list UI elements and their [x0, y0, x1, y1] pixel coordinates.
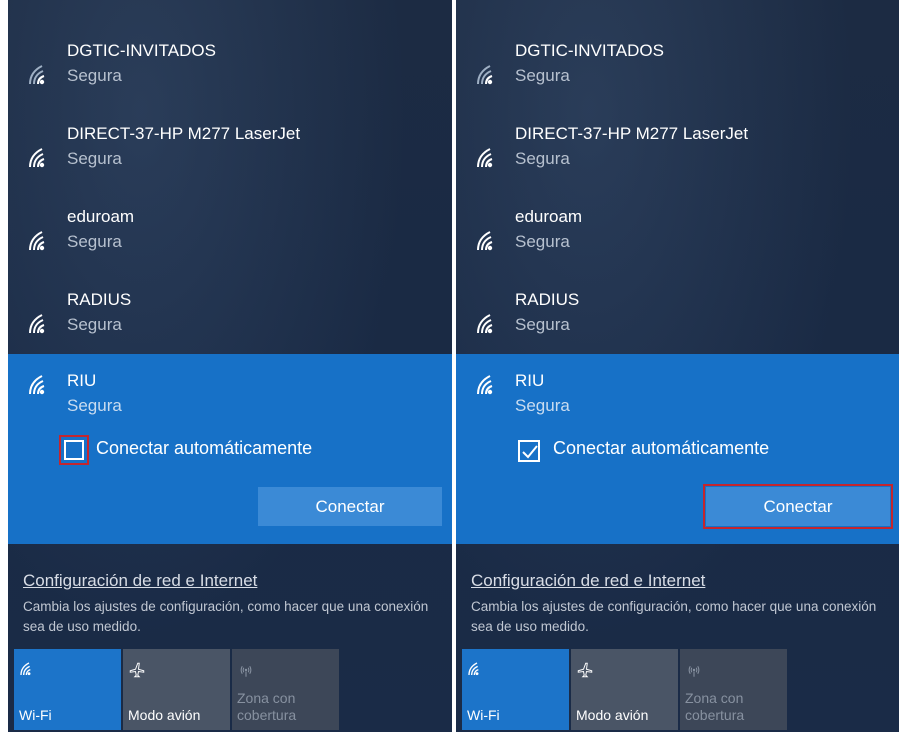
network-ssid: DGTIC-INVITADOS — [515, 41, 664, 60]
network-item-dgtic-invitados[interactable]: DGTIC-INVITADOS Segura — [456, 36, 899, 119]
network-status: Segura — [515, 315, 570, 334]
network-flyout-before: DGTIC-INVITADOS Segura DIRECT-37-HP M277… — [8, 0, 452, 732]
connect-button[interactable]: Conectar — [258, 487, 442, 526]
screenshot-stage: DGTIC-INVITADOS Segura DIRECT-37-HP M277… — [0, 0, 899, 732]
airplane-icon — [577, 662, 593, 678]
network-status: Segura — [67, 66, 122, 85]
quick-action-label: Wi-Fi — [467, 707, 500, 723]
network-ssid: DGTIC-INVITADOS — [67, 41, 216, 60]
network-item-riu-selected[interactable]: RIU Segura Conectar automáticamente Cone… — [8, 354, 452, 544]
network-status: Segura — [67, 315, 122, 334]
wifi-signal-icon — [29, 148, 45, 168]
auto-connect-checkbox[interactable] — [518, 440, 540, 462]
network-ssid: eduroam — [515, 207, 583, 226]
network-status: Segura — [67, 149, 122, 168]
hotspot-icon — [240, 665, 252, 677]
auto-connect-checkbox[interactable] — [64, 440, 84, 460]
network-ssid: RIU — [515, 371, 545, 390]
network-ssid: eduroam — [67, 207, 135, 226]
wifi-signal-icon — [477, 375, 493, 395]
network-item-eduroam[interactable]: eduroam Segura — [8, 202, 452, 285]
wifi-icon — [468, 662, 479, 676]
hotspot-icon — [688, 665, 700, 677]
quick-action-airplane-mode[interactable]: Modo avión — [571, 649, 678, 730]
wifi-signal-icon — [477, 65, 493, 85]
quick-action-airplane-mode[interactable]: Modo avión — [123, 649, 230, 730]
checkmark-icon — [522, 445, 538, 459]
network-ssid: RIU — [67, 371, 97, 390]
wifi-signal-icon — [29, 231, 45, 251]
network-item-riu-selected[interactable]: RIU Segura Conectar automáticamente Cone… — [456, 354, 899, 544]
wifi-signal-icon — [29, 65, 45, 85]
wifi-signal-icon — [477, 231, 493, 251]
network-status: Segura — [67, 396, 122, 415]
network-settings-link[interactable]: Configuración de red e Internet — [471, 571, 705, 591]
quick-action-label: Zona con cobertura — [237, 690, 297, 723]
wifi-signal-icon — [477, 148, 493, 168]
auto-connect-label[interactable]: Conectar automáticamente — [553, 438, 769, 459]
wifi-signal-icon — [29, 375, 45, 395]
quick-action-label: Zona con cobertura — [685, 690, 745, 723]
wifi-signal-icon — [29, 314, 45, 334]
network-status: Segura — [515, 396, 570, 415]
quick-action-mobile-hotspot[interactable]: Zona con cobertura — [680, 649, 787, 730]
network-ssid: DIRECT-37-HP M277 LaserJet — [515, 124, 749, 143]
network-item-dgtic-invitados[interactable]: DGTIC-INVITADOS Segura — [8, 36, 452, 119]
network-item-direct-hp[interactable]: DIRECT-37-HP M277 LaserJet Segura — [8, 119, 452, 202]
network-ssid: RADIUS — [67, 290, 132, 309]
network-status: Segura — [515, 232, 570, 251]
network-status: Segura — [67, 232, 122, 251]
airplane-icon — [129, 662, 145, 678]
network-settings-link[interactable]: Configuración de red e Internet — [23, 571, 257, 591]
network-status: Segura — [515, 66, 570, 85]
wifi-signal-icon — [477, 314, 493, 334]
wifi-icon — [20, 662, 31, 676]
network-settings-description: Cambia los ajustes de configuración, com… — [471, 599, 877, 634]
network-flyout-after: DGTIC-INVITADOS Segura DIRECT-37-HP M277… — [456, 0, 899, 732]
quick-action-wifi[interactable]: Wi-Fi — [14, 649, 121, 730]
quick-action-label: Wi-Fi — [19, 707, 52, 723]
highlight-box — [703, 484, 893, 529]
network-ssid: RADIUS — [515, 290, 580, 309]
quick-action-label: Modo avión — [576, 707, 649, 723]
quick-action-label: Modo avión — [128, 707, 201, 723]
network-settings-description: Cambia los ajustes de configuración, com… — [23, 599, 429, 634]
network-item-direct-hp[interactable]: DIRECT-37-HP M277 LaserJet Segura — [456, 119, 899, 202]
network-item-eduroam[interactable]: eduroam Segura — [456, 202, 899, 285]
quick-action-wifi[interactable]: Wi-Fi — [462, 649, 569, 730]
quick-action-mobile-hotspot[interactable]: Zona con cobertura — [232, 649, 339, 730]
network-ssid: DIRECT-37-HP M277 LaserJet — [67, 124, 301, 143]
network-status: Segura — [515, 149, 570, 168]
auto-connect-label[interactable]: Conectar automáticamente — [96, 438, 312, 459]
